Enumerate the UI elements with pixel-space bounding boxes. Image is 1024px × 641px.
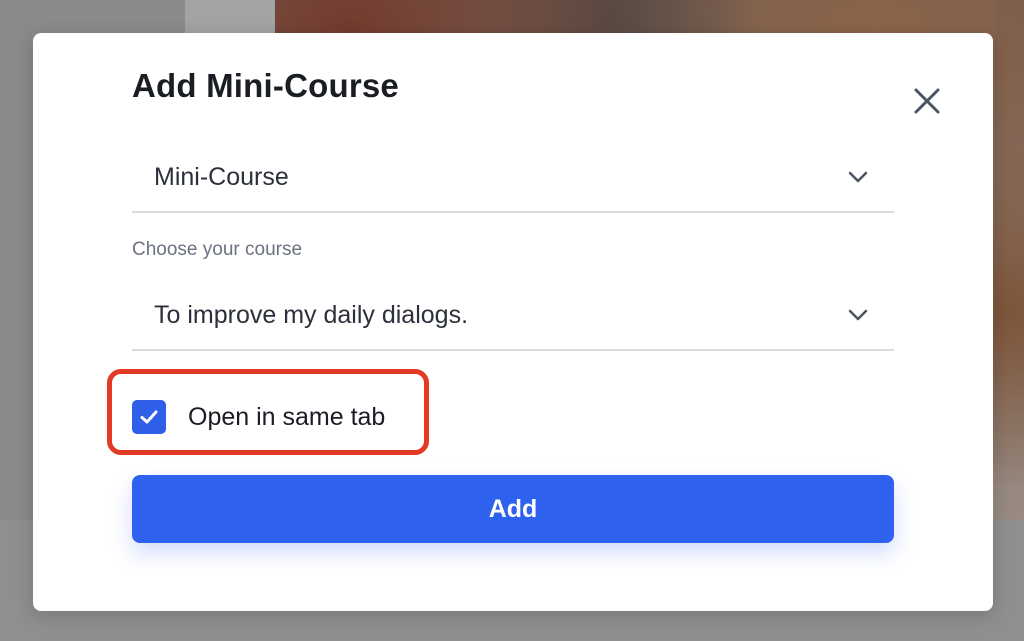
add-button[interactable]: Add xyxy=(132,475,894,543)
type-select-value: Mini-Course xyxy=(154,163,289,191)
course-select-value: To improve my daily dialogs. xyxy=(154,301,469,329)
open-same-tab-checkbox[interactable]: Open in same tab xyxy=(132,397,385,437)
close-icon xyxy=(914,88,940,114)
checkbox[interactable] xyxy=(132,400,166,434)
course-select-label: Choose your course xyxy=(132,239,303,260)
add-mini-course-dialog: Add Mini-Course Mini-Course Choose your … xyxy=(33,33,993,611)
chevron-down-icon xyxy=(848,171,868,183)
chevron-down-icon xyxy=(848,309,868,321)
course-select[interactable]: To improve my daily dialogs. xyxy=(132,287,894,351)
dialog-title: Add Mini-Course xyxy=(132,67,399,104)
open-same-tab-label: Open in same tab xyxy=(188,402,386,431)
close-button[interactable] xyxy=(903,81,951,121)
type-select[interactable]: Mini-Course xyxy=(132,149,894,213)
checkmark-icon xyxy=(140,410,158,424)
